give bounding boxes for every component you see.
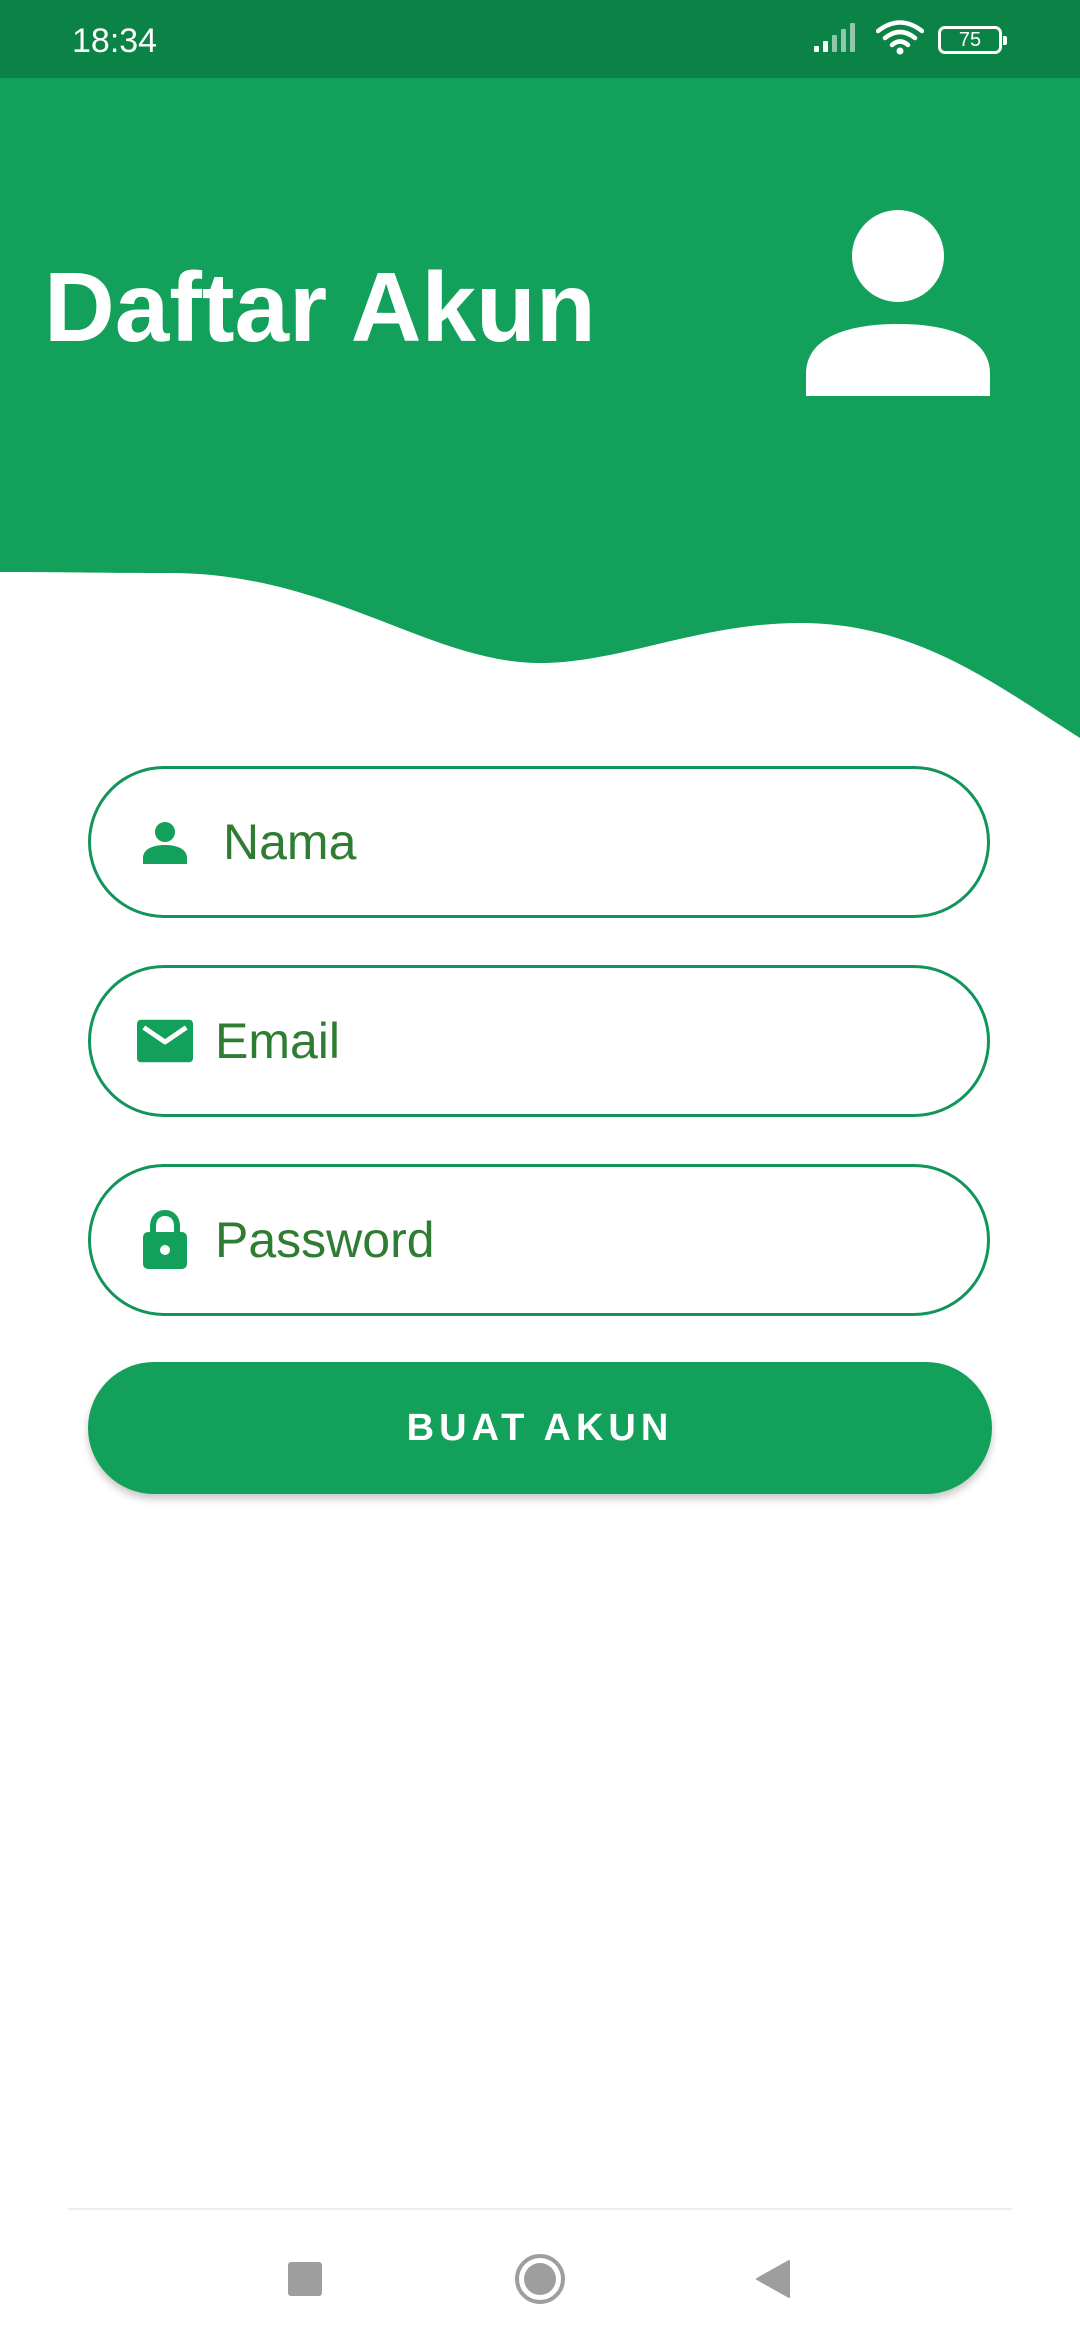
status-bar: 18:34 75 — [0, 0, 1080, 78]
create-account-button[interactable]: BUAT AKUN — [88, 1362, 992, 1494]
lock-icon — [137, 1210, 193, 1269]
recent-apps-icon — [288, 2262, 322, 2296]
home-icon — [515, 2254, 565, 2304]
register-screen: 18:34 75 Daftar Akun Nama Email BUAT AKU… — [0, 0, 1080, 2340]
status-icons: 75 — [812, 19, 1007, 61]
nav-divider — [68, 2208, 1012, 2210]
email-input[interactable] — [215, 968, 955, 1114]
email-field[interactable] — [88, 965, 990, 1117]
password-field[interactable] — [88, 1164, 990, 1316]
battery-level: 75 — [958, 28, 982, 51]
person-icon — [137, 814, 193, 870]
person-icon — [806, 210, 990, 396]
recent-apps-button[interactable] — [270, 2244, 340, 2314]
header: Daftar Akun — [0, 78, 1080, 758]
home-button[interactable] — [505, 2244, 575, 2314]
back-icon — [756, 2260, 790, 2298]
email-icon — [137, 1013, 193, 1069]
name-field[interactable] — [88, 766, 990, 918]
name-input[interactable] — [223, 769, 963, 915]
signal-icon — [812, 22, 862, 59]
status-time: 18:34 — [72, 22, 158, 60]
back-button[interactable] — [738, 2244, 808, 2314]
page-title: Daftar Akun — [44, 252, 596, 362]
header-wave-background — [0, 78, 1080, 738]
wifi-icon — [875, 19, 925, 61]
password-input[interactable] — [215, 1167, 955, 1313]
battery-icon: 75 — [938, 26, 1007, 54]
